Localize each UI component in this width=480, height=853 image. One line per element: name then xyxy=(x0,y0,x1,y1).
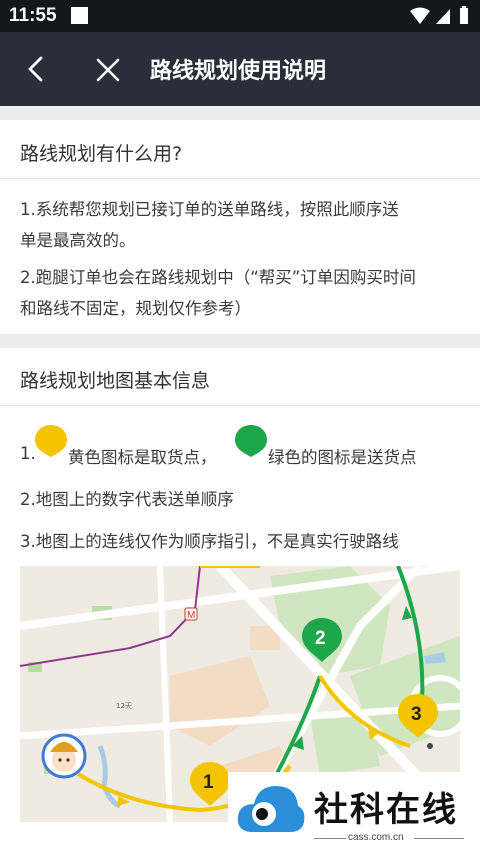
divider xyxy=(0,405,480,406)
legend-item-3: 3.地图上的连线仅作为顺序指引，不是真实行驶路线 xyxy=(20,532,399,551)
paragraph-1: 1.系统帮您规划已接订单的送单路线，按照此顺序送 单是最高效的。 xyxy=(20,194,466,256)
paragraph-2: 2.跑腿订单也会在路线规划中（“帮买”订单因购买时间 和路线不固定，规划仅作参考… xyxy=(20,262,466,324)
page-title: 路线规划使用说明 xyxy=(150,59,327,84)
legend-green-text: 绿色的图标是送货点 xyxy=(268,448,417,467)
status-bar: 11:55 xyxy=(0,0,480,32)
content-area[interactable]: 路线规划有什么用? 1.系统帮您规划已接订单的送单路线，按照此顺序送 单是最高效… xyxy=(0,106,480,853)
para2-line1: 2.跑腿订单也会在路线规划中（“帮买”订单因购买时间 xyxy=(20,268,416,287)
legend-item-2: 2.地图上的数字代表送单顺序 xyxy=(20,490,234,509)
watermark-url: cass.com.cn xyxy=(348,832,404,843)
close-icon[interactable] xyxy=(92,54,124,86)
section-heading: 路线规划有什么用? xyxy=(20,143,183,165)
wifi-icon xyxy=(410,7,430,24)
notification-icon xyxy=(71,7,88,24)
divider xyxy=(0,178,480,179)
courier-avatar xyxy=(41,733,87,779)
legend-yellow-text: 黄色图标是取货点， xyxy=(68,448,217,467)
para1-line2: 单是最高效的。 xyxy=(20,231,136,250)
watermark: 社科在线 cass.com.cn xyxy=(228,772,480,853)
yellow-pin-icon xyxy=(35,425,67,457)
map-small-label: 12天 xyxy=(116,702,132,710)
battery-icon xyxy=(460,8,468,24)
section-purpose: 路线规划有什么用? 1.系统帮您规划已接订单的送单路线，按照此顺序送 单是最高效… xyxy=(0,120,480,334)
para2-line2: 和路线不固定，规划仅作参考） xyxy=(20,299,251,318)
para1-line1: 1.系统帮您规划已接订单的送单路线，按照此顺序送 xyxy=(20,200,399,219)
marker-3-label: 3 xyxy=(411,704,422,725)
status-icons xyxy=(410,6,468,24)
watermark-logo-icon xyxy=(237,786,305,832)
top-nav-bar: 路线规划使用说明 xyxy=(0,32,480,106)
signal-icon xyxy=(436,9,450,24)
marker-2-label: 2 xyxy=(315,628,326,649)
section-heading: 路线规划地图基本信息 xyxy=(20,370,211,392)
metro-label: M xyxy=(187,610,195,621)
watermark-brand: 社科在线 xyxy=(314,790,458,830)
green-pin-icon xyxy=(235,425,267,457)
marker-1-label: 1 xyxy=(203,772,214,793)
back-arrow-icon[interactable] xyxy=(22,54,52,84)
status-time: 11:55 xyxy=(9,5,57,26)
